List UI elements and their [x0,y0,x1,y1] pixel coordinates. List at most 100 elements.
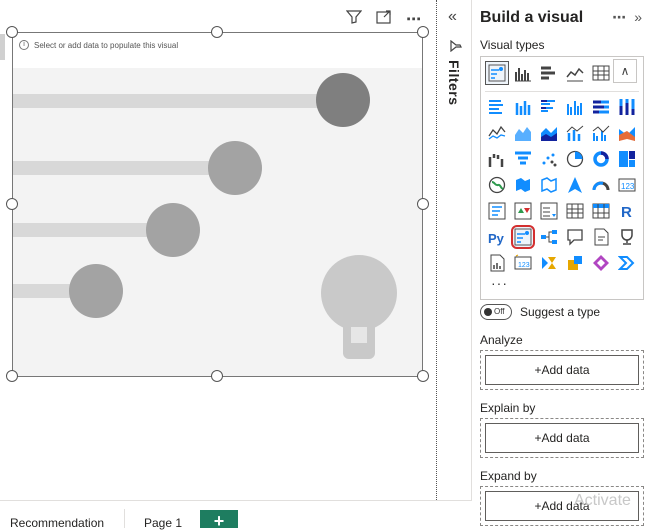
placeholder-bubble [146,203,200,257]
placeholder-bar [13,94,333,108]
decomposition-tree-icon[interactable] [537,225,561,249]
gauge-icon[interactable] [589,173,613,197]
canvas-edge [436,0,437,500]
table-visual-icon[interactable] [589,61,613,85]
line-chart-icon[interactable] [563,61,587,85]
key-influencers-visual-icon[interactable] [485,61,509,85]
key-influencers-visual-icon-selected[interactable] [511,225,535,249]
svg-text:123: 123 [518,262,530,269]
100-stacked-bar-icon[interactable] [589,95,613,119]
clustered-column-icon[interactable] [563,95,587,119]
collapse-gallery-chevron-icon[interactable]: ∧ [613,59,637,83]
treemap-icon[interactable] [615,147,639,171]
resize-handle[interactable] [6,198,18,210]
card-icon[interactable]: 123 [615,173,639,197]
resize-handle[interactable] [417,198,429,210]
filled-map-icon[interactable] [511,173,535,197]
resize-handle[interactable] [211,370,223,382]
multi-row-card-icon[interactable] [485,199,509,223]
tab-divider [124,509,125,528]
scatter-chart-icon[interactable] [537,147,561,171]
stacked-column-icon[interactable] [511,95,535,119]
donut-chart-icon[interactable] [589,147,613,171]
clustered-bar-icon[interactable] [537,95,561,119]
visual-placeholder: i Select or add data to populate this vi… [19,40,178,50]
resize-handle[interactable] [417,26,429,38]
table-icon[interactable] [563,199,587,223]
tab-page-1[interactable]: Page 1 [144,516,182,530]
shape-map-icon[interactable] [537,173,561,197]
python-visual-icon[interactable]: Py [485,225,509,249]
100-stacked-column-icon[interactable] [615,95,639,119]
analyze-label: Analyze [480,333,523,347]
filters-label[interactable]: Filters [446,60,462,106]
visual-container[interactable]: i Select or add data to populate this vi… [12,32,423,377]
card-new-icon[interactable]: 123 [511,251,535,275]
resize-handle[interactable] [6,370,18,382]
placeholder-bar [13,223,163,237]
stacked-bar-icon[interactable] [485,95,509,119]
visual-types-gallery: ∧ 123 R Py 123 ··· [480,56,644,300]
tab-recommendation[interactable]: Recommendation [10,516,104,530]
more-visuals-icon[interactable]: ··· [491,275,508,291]
azure-map-icon[interactable] [563,173,587,197]
filter-icon[interactable] [344,10,364,28]
power-automate-icon[interactable] [537,251,561,275]
more-options-icon[interactable]: ⋯ [612,9,626,26]
power-apps-diamond-icon[interactable] [589,251,613,275]
suggest-type-toggle[interactable]: Off [480,304,512,320]
expand-chevron-icon[interactable]: « [448,8,457,26]
collapse-pane-icon[interactable]: » [634,9,642,26]
filter-funnel-icon [450,39,462,55]
placeholder-bubble [316,73,370,127]
placeholder-text: Select or add data to populate this visu… [34,40,179,50]
smart-narrative-icon[interactable] [589,225,613,249]
ribbon-chart-icon[interactable] [615,121,639,145]
funnel-icon[interactable] [511,147,535,171]
r-script-visual-icon[interactable]: R [615,199,639,223]
svg-text:R: R [621,204,632,220]
explain-by-label: Explain by [480,401,536,415]
resize-handle[interactable] [211,26,223,38]
suggest-type-row: Off Suggest a type [480,304,600,320]
filters-pane-collapsed[interactable]: « Filters [438,0,472,527]
line-and-stacked-column-icon[interactable] [563,121,587,145]
collapsed-pane-tab[interactable] [0,34,5,60]
area-chart-icon[interactable] [511,121,535,145]
waterfall-chart-icon[interactable] [485,147,509,171]
slicer-icon[interactable] [537,199,561,223]
svg-text:Py: Py [488,231,505,246]
add-data-button[interactable]: +Add data [485,355,639,385]
focus-mode-icon[interactable] [374,10,394,28]
analyze-well: +Add data [480,350,644,390]
resize-handle[interactable] [6,26,18,38]
pane-header-icons: ⋯ » [612,9,642,26]
chevron-visual-icon[interactable] [615,251,639,275]
gallery-divider [485,91,639,92]
add-data-button[interactable]: +Add data [485,423,639,453]
explain-by-well: +Add data [480,418,644,458]
page-tabs-bar: Recommendation Page 1 + [0,500,472,531]
line-chart-icon[interactable] [485,121,509,145]
powerapps-icon[interactable] [563,251,587,275]
suggest-type-label: Suggest a type [520,305,601,319]
report-canvas[interactable]: ⋯ i Select or add data to populate this … [0,0,437,500]
pane-title: Build a visual [480,9,584,26]
clustered-column-chart-icon[interactable] [511,61,535,85]
map-icon[interactable] [485,173,509,197]
pie-chart-icon[interactable] [563,147,587,171]
expand-by-label: Expand by [480,469,537,483]
matrix-icon[interactable] [589,199,613,223]
info-icon: i [19,40,29,50]
add-page-button[interactable]: + [200,510,238,531]
resize-handle[interactable] [417,370,429,382]
stacked-bar-chart-icon[interactable] [537,61,561,85]
stacked-area-icon[interactable] [537,121,561,145]
svg-text:123: 123 [621,182,635,191]
visualizations-pane: Build a visual ⋯ » Visual types ∧ 123 R … [472,0,648,527]
line-and-clustered-column-icon[interactable] [589,121,613,145]
goals-icon[interactable] [615,225,639,249]
paginated-report-icon[interactable] [485,251,509,275]
qa-visual-icon[interactable] [563,225,587,249]
kpi-icon[interactable] [511,199,535,223]
